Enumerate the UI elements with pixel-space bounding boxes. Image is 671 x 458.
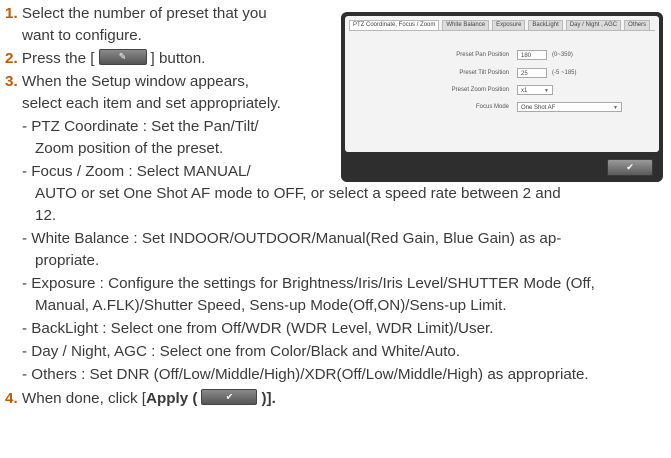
bullet-white-balance: - White Balance : Set INDOOR/OUTDOOR/Man… [22, 230, 562, 247]
step-text: When done, click [ [21, 390, 146, 407]
step-1: 1. Select the number of preset that you [5, 4, 267, 24]
checkmark-icon: ✔ [225, 391, 234, 402]
step-2: 2. Press the [ ✎ ] button. [5, 49, 205, 69]
focus-value: One Shot AF [521, 105, 556, 111]
bullet-focus-cont: AUTO or set One Shot AF mode to OFF, or … [35, 185, 561, 202]
apply-button-image: ✔ [201, 389, 258, 405]
step-3: 3. When the Setup window appears, [5, 72, 249, 92]
setup-window-body: PTZ Coordinate, Focus / Zoom White Balan… [345, 16, 659, 152]
step-1-cont: want to configure. [22, 27, 142, 44]
tab-divider [349, 30, 655, 31]
tilt-input[interactable]: 25 [517, 68, 547, 78]
chevron-down-icon: ▼ [613, 105, 618, 111]
bullet-exposure: - Exposure : Configure the settings for … [22, 275, 595, 292]
pan-label: Preset Pan Position [456, 52, 509, 58]
focus-label: Focus Mode [475, 104, 509, 110]
pan-input[interactable]: 180 [517, 50, 547, 60]
bullet-day-night: - Day / Night, AGC : Select one from Col… [22, 343, 461, 360]
setup-window-footer: ✔ [345, 154, 659, 178]
bullet-ptz-cont: Zoom position of the preset. [35, 140, 224, 157]
step-number: 2. [5, 50, 18, 67]
bullet-exposure-cont: Manual, A.FLK)/Shutter Speed, Sens-up Mo… [35, 297, 507, 314]
checkmark-icon: ✔ [626, 162, 634, 172]
pencil-icon: ✎ [118, 51, 127, 62]
apply-label: Apply ( [146, 390, 198, 407]
bullet-others: - Others : Set DNR (Off/Low/Middle/High)… [22, 366, 589, 383]
bullet-focus-cont2: 12. [35, 207, 57, 224]
step-text: Select the number of preset that you [21, 5, 267, 22]
step-3-cont: select each item and set appropriately. [22, 95, 281, 112]
zoom-value: x1 [521, 88, 528, 94]
tilt-label: Preset Tilt Position [459, 70, 509, 76]
step-4: 4. When done, click [Apply ( ✔)]. [5, 389, 276, 409]
tilt-range: (-5 ~185) [552, 70, 577, 76]
step-number: 1. [5, 5, 18, 22]
step-text: Press the [ [21, 50, 95, 67]
step-number: 3. [5, 73, 18, 90]
chevron-down-icon: ▼ [544, 88, 549, 94]
setup-window: PTZ Coordinate, Focus / Zoom White Balan… [341, 12, 663, 182]
step-text: When the Setup window appears, [21, 73, 250, 90]
bullet-backlight: - BackLight : Select one from Off/WDR (W… [22, 320, 494, 337]
step-number: 4. [5, 390, 18, 407]
step-text: ] button. [150, 50, 206, 67]
bullet-focus: - Focus / Zoom : Select MANUAL/ [22, 163, 251, 180]
bullet-white-balance-cont: propriate. [35, 252, 100, 269]
pan-range: (0~359) [552, 52, 573, 58]
focus-select[interactable]: One Shot AF ▼ [517, 102, 622, 112]
bullet-ptz: - PTZ Coordinate : Set the Pan/Tilt/ [22, 118, 259, 135]
zoom-select[interactable]: x1 ▼ [517, 85, 553, 95]
zoom-label: Preset Zoom Position [451, 87, 509, 93]
step-text: )]. [261, 390, 276, 407]
apply-button[interactable]: ✔ [607, 159, 653, 176]
set-preset-button-image: ✎ [98, 49, 147, 65]
